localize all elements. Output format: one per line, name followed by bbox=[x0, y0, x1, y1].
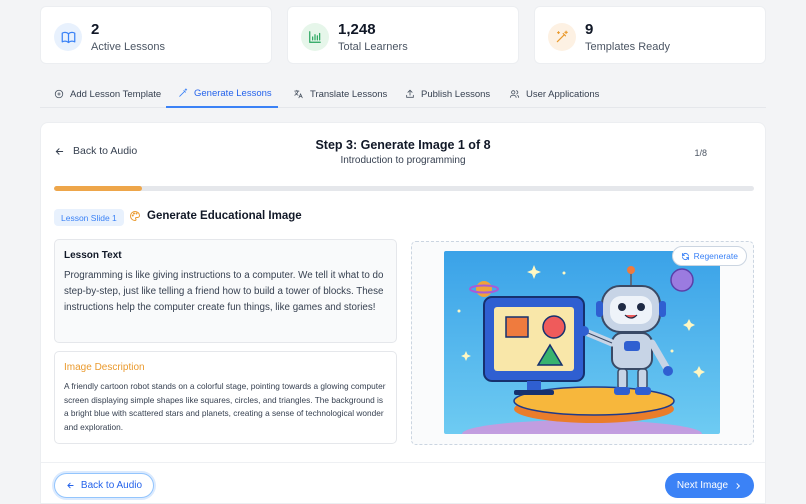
book-icon bbox=[54, 23, 82, 51]
tab-translate-lessons[interactable]: Translate Lessons bbox=[281, 80, 399, 108]
stat-value: 9 bbox=[585, 21, 594, 38]
lesson-text-panel: Lesson Text Programming is like giving i… bbox=[54, 239, 397, 343]
progress-fill bbox=[54, 186, 142, 191]
generate-image-card: Back to Audio Step 3: Generate Image 1 o… bbox=[40, 122, 766, 504]
footer-divider bbox=[41, 462, 765, 463]
users-icon bbox=[509, 90, 520, 98]
regenerate-label: Regenerate bbox=[693, 251, 738, 261]
tab-add-lesson-template[interactable]: Add Lesson Template bbox=[42, 80, 173, 108]
tab-label: Translate Lessons bbox=[310, 88, 388, 100]
back-button-label: Back to Audio bbox=[80, 480, 143, 491]
stat-value: 2 bbox=[91, 21, 100, 38]
section-heading: Generate Educational Image bbox=[129, 210, 302, 222]
step-counter: 1/8 bbox=[694, 148, 707, 158]
tab-label: Add Lesson Template bbox=[70, 88, 162, 100]
stats-row: 2 Active Lessons 1,248 Total Learners 9 … bbox=[40, 6, 766, 64]
lesson-text-body: Programming is like giving instructions … bbox=[64, 270, 384, 313]
stat-label: Templates Ready bbox=[585, 41, 670, 53]
tab-generate-lessons[interactable]: Generate Lessons bbox=[166, 80, 278, 108]
tab-label: User Applications bbox=[526, 88, 600, 100]
image-description-body: A friendly cartoon robot stands on a col… bbox=[64, 381, 386, 432]
palette-icon bbox=[130, 210, 141, 222]
upload-icon bbox=[406, 89, 414, 98]
stat-card-active-lessons: 2 Active Lessons bbox=[40, 6, 272, 64]
stat-card-total-learners: 1,248 Total Learners bbox=[287, 6, 519, 64]
tab-label: Generate Lessons bbox=[194, 87, 272, 99]
tab-bar: Add Lesson Template Generate Lessons Tra… bbox=[40, 80, 766, 108]
step-subtitle: Introduction to programming bbox=[340, 155, 466, 166]
arrow-left-icon bbox=[67, 482, 74, 489]
tab-label: Publish Lessons bbox=[421, 88, 491, 100]
magic-wand-icon bbox=[548, 23, 576, 51]
regenerate-button[interactable]: Regenerate bbox=[671, 246, 747, 266]
progress-bar bbox=[54, 186, 754, 191]
bar-chart-icon bbox=[301, 23, 329, 51]
tab-user-applications[interactable]: User Applications bbox=[497, 80, 611, 108]
generated-image-frame: Regenerate bbox=[411, 241, 754, 445]
stat-label: Active Lessons bbox=[91, 41, 165, 53]
stat-card-templates-ready: 9 Templates Ready bbox=[534, 6, 766, 64]
generated-robot-image bbox=[444, 251, 720, 434]
step-title: Step 3: Generate Image 1 of 8 bbox=[315, 138, 491, 152]
back-to-audio-button[interactable]: Back to Audio bbox=[54, 473, 154, 498]
stat-value: 1,248 bbox=[338, 21, 376, 38]
next-image-button[interactable]: Next Image bbox=[665, 473, 754, 498]
chevron-right-icon bbox=[736, 482, 741, 489]
section-heading-label: Generate Educational Image bbox=[147, 210, 302, 222]
plus-circle-icon bbox=[54, 89, 64, 99]
image-description-title: Image Description bbox=[64, 362, 145, 373]
stat-label: Total Learners bbox=[338, 41, 408, 53]
lesson-slide-badge: Lesson Slide 1 bbox=[54, 209, 124, 226]
lesson-text-title: Lesson Text bbox=[64, 250, 122, 261]
image-description-panel: Image Description A friendly cartoon rob… bbox=[54, 351, 397, 444]
translate-icon bbox=[294, 89, 303, 99]
magic-wand-icon bbox=[179, 88, 188, 97]
tab-publish-lessons[interactable]: Publish Lessons bbox=[393, 80, 502, 108]
refresh-icon bbox=[681, 252, 689, 260]
next-button-label: Next Image bbox=[676, 480, 729, 491]
